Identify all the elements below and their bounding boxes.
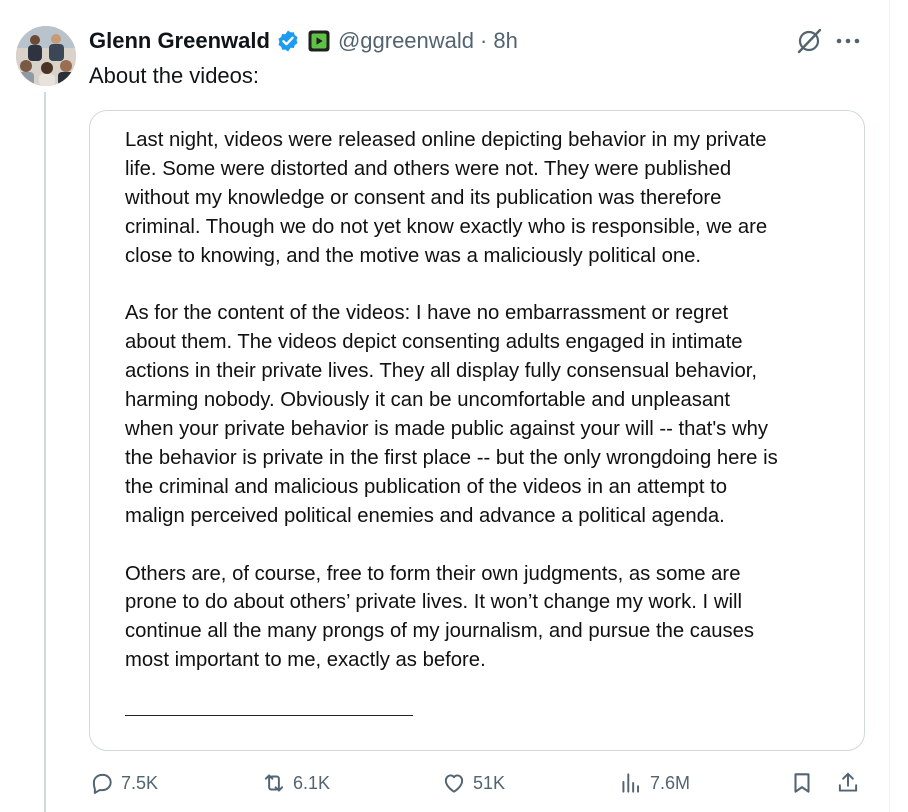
reply-count: 7.5K bbox=[121, 772, 159, 793]
statement-paragraph: As for the content of the videos: I have… bbox=[125, 299, 845, 530]
share-button[interactable] bbox=[835, 770, 861, 796]
tweet-header: Glenn Greenwald @ggreenwald · 8h bbox=[89, 25, 518, 57]
bookmark-button[interactable] bbox=[789, 770, 815, 796]
like-icon bbox=[444, 774, 464, 793]
tweet-action-bar: 7.5K 6.1K 51K 7.6M bbox=[89, 770, 865, 800]
author-name[interactable]: Glenn Greenwald bbox=[89, 28, 270, 54]
statement-paragraph: Others are, of course, free to form thei… bbox=[125, 560, 845, 676]
header-separator: · bbox=[480, 28, 488, 53]
statement-line: Last night, videos were released online … bbox=[125, 129, 767, 151]
retweet-count: 6.1K bbox=[293, 772, 331, 793]
reply-button[interactable]: 7.5K bbox=[89, 770, 158, 796]
views-icon bbox=[622, 773, 640, 793]
author-handle[interactable]: @ggreenwald bbox=[338, 28, 474, 54]
statement-line: criminal. Though we do not yet know exac… bbox=[125, 215, 768, 238]
more-options-icon[interactable] bbox=[834, 26, 862, 56]
verified-badge-icon[interactable] bbox=[276, 29, 300, 53]
view-count: 7.6M bbox=[650, 772, 691, 793]
timeline-border bbox=[889, 0, 890, 812]
statement-line: the behavior is private in the first pla… bbox=[125, 446, 778, 469]
statement-line: the criminal and malicious publication o… bbox=[125, 475, 728, 498]
statement-line: malign perceived political enemies and a… bbox=[125, 504, 725, 527]
statement-line: As for the content of the videos: I have… bbox=[125, 302, 729, 325]
like-button[interactable]: 51K bbox=[441, 770, 505, 796]
statement-line: harming nobody. Obviously it can be unco… bbox=[125, 389, 731, 412]
statement-line: actions in their private lives. They all… bbox=[125, 360, 758, 383]
statement-line: most important to me, exactly as before. bbox=[125, 649, 486, 672]
statement-paragraph: Last night, videos were released online … bbox=[125, 126, 845, 271]
statement-text: Last night, videos were released online … bbox=[125, 126, 845, 704]
author-avatar[interactable] bbox=[16, 26, 76, 86]
reply-icon bbox=[92, 773, 112, 794]
tweet-text: About the videos: bbox=[89, 63, 260, 88]
share-icon bbox=[838, 772, 858, 792]
statement-line: without my knowledge or consent and its … bbox=[125, 186, 722, 209]
tweet-top-actions bbox=[794, 26, 862, 56]
views-button[interactable]: 7.6M bbox=[618, 770, 690, 796]
avatar-photo bbox=[16, 26, 76, 86]
statement-line: continue all the many prongs of my journ… bbox=[125, 620, 755, 643]
grok-icon[interactable] bbox=[794, 26, 824, 56]
rumble-affiliate-icon[interactable] bbox=[308, 30, 330, 52]
statement-line: life. Some were distorted and others wer… bbox=[125, 157, 732, 180]
signature-line bbox=[125, 715, 413, 716]
statement-line: when your private behavior is made publi… bbox=[125, 418, 769, 441]
statement-line: Others are, of course, free to form thei… bbox=[125, 562, 741, 585]
like-count: 51K bbox=[473, 772, 506, 793]
tweet-timestamp[interactable]: 8h bbox=[493, 28, 517, 54]
thread-connector-line bbox=[44, 92, 46, 812]
bookmark-icon bbox=[794, 773, 810, 793]
statement-line: about them. The videos depict consenting… bbox=[125, 331, 743, 354]
statement-image[interactable]: Last night, videos were released online … bbox=[89, 110, 865, 751]
statement-line: prone to do about others’ private lives.… bbox=[125, 591, 742, 614]
retweet-icon bbox=[264, 774, 284, 792]
retweet-button[interactable]: 6.1K bbox=[261, 770, 330, 796]
statement-line: close to knowing, and the motive was a m… bbox=[125, 244, 702, 267]
